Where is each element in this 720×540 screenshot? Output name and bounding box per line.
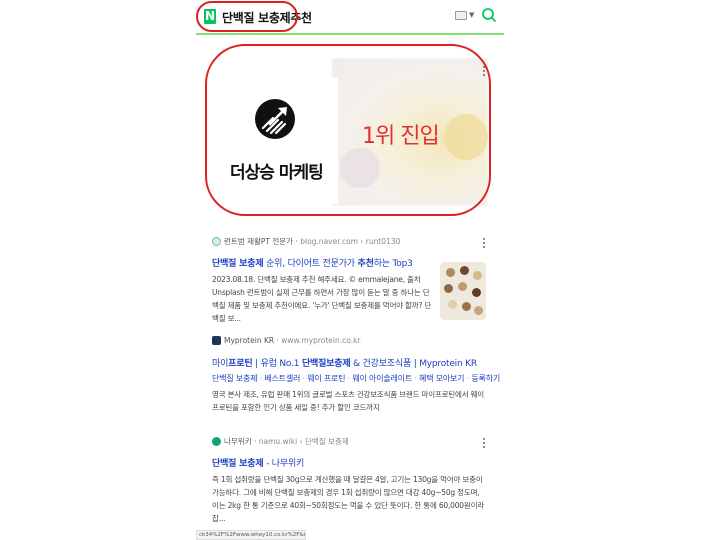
title-keyword: 추천 [357,259,374,269]
title-text: 마이 [212,359,229,369]
title-text: 하는 Top3 [373,259,413,269]
title-keyword: 프로틴 [228,359,253,369]
search-result: 나무위키 · namu.wiki › 단백질 보충제 단백질 보충제 - 나무위… [212,436,488,525]
source-name: Myprotein KR [224,336,275,345]
search-header: N 단백질 보충제추천 ▼ [196,0,504,34]
title-keyword: 단백질 보충제 [212,459,264,469]
result-thumbnail[interactable] [440,262,486,320]
search-icon[interactable] [480,6,498,24]
sublink[interactable]: 웨이 아이솔레이트 [345,374,412,383]
title-text: & 건강보조식품 | Myprotein KR [350,359,477,369]
result-description: 2023.08.18. 단백질 보충제 추천 해주세요. © emmalejan… [212,275,432,323]
result-description: 즉 1회 섭취량을 단백질 30g으로 계산했을 때 달걀은 4알, 고기는 1… [212,475,484,523]
sublink[interactable]: 단백질 보충제 [212,374,258,383]
title-text: - 나무위키 [263,459,305,469]
sublink[interactable]: 웨이 프로틴 [300,374,345,383]
namuwiki-favicon-icon [212,437,221,446]
chevron-down-icon[interactable]: ▼ [469,11,474,19]
search-result: 런트범 재활PT 전문가 · blog.naver.com › runt0130… [212,236,488,325]
result-title[interactable]: 단백질 보충제 - 나무위키 [212,456,488,469]
myprotein-favicon-icon [212,336,221,345]
result-sublinks: 단백질 보충제베스트셀러웨이 프로틴웨이 아이솔레이트혜택 모아보기등록하기 [212,373,500,384]
source-name: 나무위키 [224,437,252,446]
blog-favicon-icon [212,237,221,246]
result-source[interactable]: 나무위키 · namu.wiki › 단백질 보충제 [212,436,488,450]
ad-highlight-circle [205,44,491,216]
more-icon[interactable] [482,238,486,250]
status-bar-url: ck34%2F%2Fwww.whey10.co.kr%2F&rb=d... [196,530,306,540]
result-source[interactable]: 런트범 재활PT 전문가 · blog.naver.com › runt0130 [212,236,488,250]
source-host: blog.naver.com › runt0130 [300,237,401,246]
result-source[interactable]: Myprotein KR · www.myprotein.co.kr [212,336,488,350]
title-text: 순위, 다이어트 전문가가 [263,259,358,269]
sublink[interactable]: 등록하기 [464,374,500,383]
source-host: namu.wiki › 단백질 보충제 [258,437,349,446]
result-description: 영국 본사 제조, 유럽 판매 1위의 글로벌 스포츠 건강보조식품 브랜드 마… [212,390,484,412]
query-highlight-circle [196,1,298,32]
title-keyword: 단백질보충제 [301,359,351,369]
header-underline [196,33,504,35]
title-text: | 유럽 No.1 [252,359,302,369]
sublink[interactable]: 베스트셀러 [257,374,300,383]
title-keyword: 단백질 보충제 [212,259,264,269]
source-name: 런트범 재활PT 전문가 [224,237,294,246]
result-title[interactable]: 마이프로틴 | 유럽 No.1 단백질보충제 & 건강보조식품 | Myprot… [212,356,488,369]
search-result: Myprotein KR · www.myprotein.co.kr 마이프로틴… [212,336,500,414]
more-icon[interactable] [482,438,486,450]
source-host: www.myprotein.co.kr [281,336,361,345]
sublink[interactable]: 혜택 모아보기 [412,374,465,383]
keyboard-icon[interactable] [455,11,467,20]
